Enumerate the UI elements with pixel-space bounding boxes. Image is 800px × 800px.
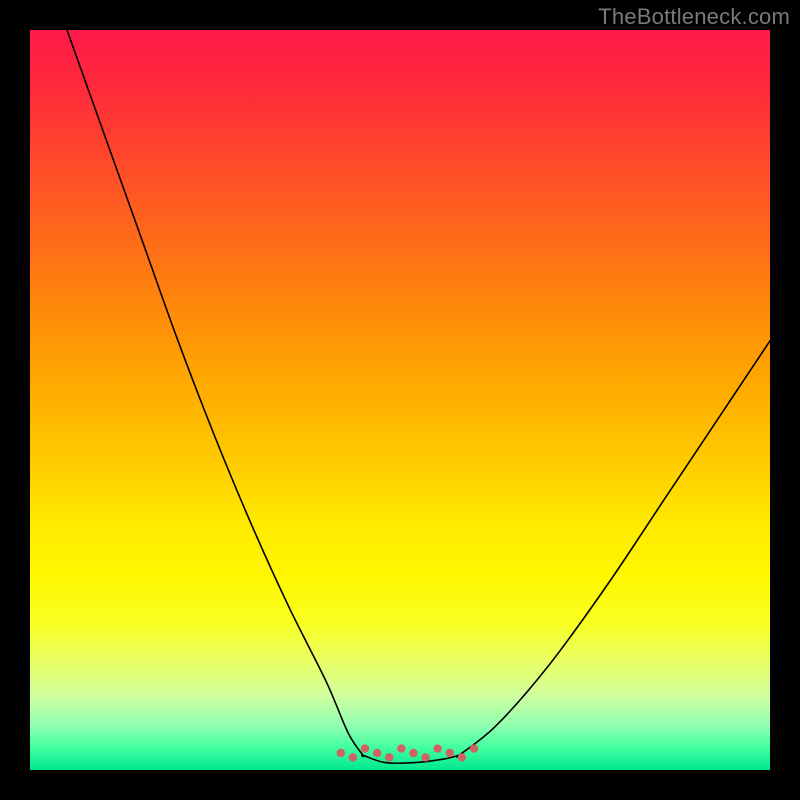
plot-area: [30, 30, 770, 770]
bottleneck-curve: [30, 30, 770, 770]
chart-frame: TheBottleneck.com: [0, 0, 800, 800]
valley-markers: [30, 30, 770, 770]
watermark-text: TheBottleneck.com: [598, 4, 790, 30]
